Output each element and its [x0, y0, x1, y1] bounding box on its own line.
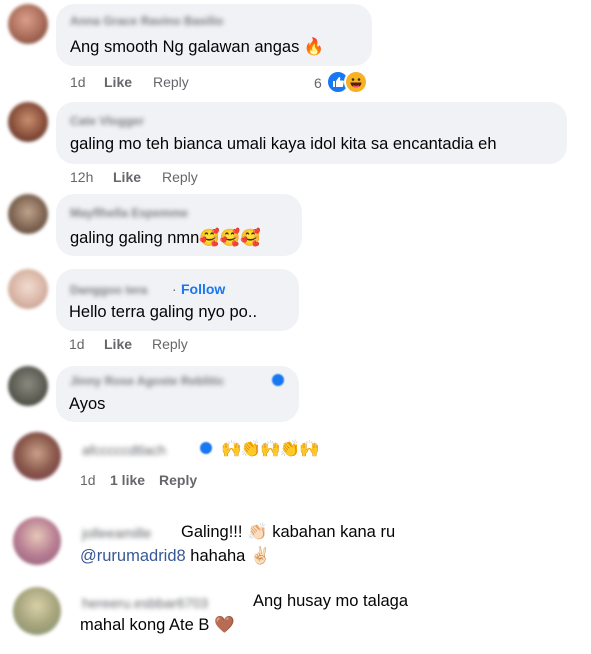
comment-author[interactable]: Anna Grace Ravino Basilio — [70, 14, 223, 28]
haha-icon[interactable] — [344, 70, 368, 94]
avatar[interactable] — [13, 432, 61, 480]
comment-time[interactable]: 1d — [70, 74, 86, 90]
comment-author[interactable]: jolleeamille — [82, 525, 151, 541]
brown-heart-icon: 🤎 — [213, 615, 235, 634]
comment-text-line2: mahal kong Ate B 🤎 — [80, 615, 234, 635]
avatar[interactable] — [8, 366, 48, 406]
comment-text-line2: @rurumadrid8 hahaha ✌🏻 — [80, 546, 271, 566]
comment-text: Hello terra galing nyo po.. — [69, 303, 258, 321]
comment-text-body: galing galing nmn — [70, 229, 200, 247]
verified-badge-icon — [200, 442, 212, 454]
like-button[interactable]: Like — [104, 336, 132, 352]
comment-author[interactable]: Jinny Rose Agoste Reblitic — [70, 374, 224, 388]
comment-author[interactable]: Danggoo tera — [70, 283, 147, 297]
comment-text-tail: hahaha — [190, 547, 246, 565]
avatar[interactable] — [8, 102, 48, 142]
reply-button[interactable]: Reply — [159, 472, 197, 488]
comment-author[interactable]: Cate Vlogger — [70, 114, 144, 128]
comment-text-body: Ang smooth Ng galawan angas — [70, 38, 300, 56]
clapping-hands-icon: 🙌👏🙌👏🙌 — [221, 439, 320, 458]
comment-text: Ang smooth Ng galawan angas 🔥 — [70, 37, 324, 57]
comment-time[interactable]: 12h — [70, 169, 93, 185]
comment-author[interactable]: hereeru.esbbar6703 — [82, 595, 208, 611]
comment-time[interactable]: 1d — [80, 472, 96, 488]
comment-time[interactable]: 1d — [69, 336, 85, 352]
like-button[interactable]: Like — [113, 169, 141, 185]
avatar[interactable] — [13, 587, 61, 635]
clapping-hands-icon: 👏🏻 — [247, 522, 268, 541]
victory-hand-icon: ✌🏻 — [249, 546, 271, 565]
avatar[interactable] — [8, 4, 48, 44]
comment-text-cont: kabahan kana ru — [272, 523, 396, 541]
likes-count[interactable]: 1 like — [110, 472, 145, 488]
comment-text: Galing!!! 👏🏻 kabahan kana ru — [181, 522, 395, 542]
comment-bubble — [56, 102, 567, 164]
reply-button[interactable]: Reply — [152, 336, 188, 352]
comment-author[interactable]: Mayflhella Espemme — [70, 206, 188, 220]
comment-text-body: Galing!!! — [181, 523, 243, 541]
comment-text: Ayos — [69, 395, 106, 413]
smiling-face-with-hearts-icon: 🥰🥰🥰 — [199, 228, 261, 247]
comment-text: Ang husay mo talaga — [253, 592, 409, 610]
comment-author[interactable]: afcccccdtlach — [82, 442, 166, 458]
avatar[interactable] — [8, 269, 48, 309]
user-mention-link[interactable]: @rurumadrid8 — [80, 547, 186, 565]
like-button[interactable]: Like — [104, 74, 132, 90]
avatar[interactable] — [13, 517, 61, 565]
reply-button[interactable]: Reply — [153, 74, 189, 90]
avatar[interactable] — [8, 194, 48, 234]
separator-dot: · — [172, 281, 177, 297]
follow-button[interactable]: Follow — [181, 281, 225, 297]
comment-text: galing galing nmn🥰🥰🥰 — [70, 228, 261, 248]
fire-icon: 🔥 — [303, 37, 325, 56]
comment-text-body: mahal kong Ate B — [80, 616, 210, 634]
reaction-count[interactable]: 6 — [314, 75, 322, 91]
reply-button[interactable]: Reply — [162, 169, 198, 185]
comment-text: galing mo teh bianca umali kaya idol kit… — [70, 135, 497, 153]
verified-badge-icon — [272, 374, 284, 386]
